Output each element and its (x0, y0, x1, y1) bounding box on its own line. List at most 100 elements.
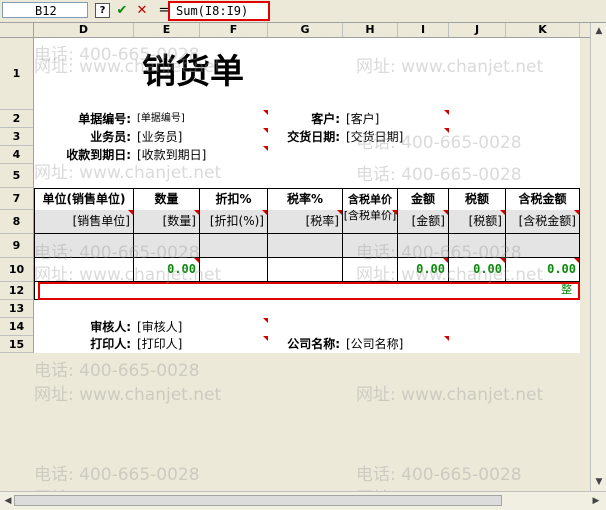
customer-cell[interactable]: [客户] (343, 110, 449, 128)
reviewer-cell[interactable]: [审核人] (134, 318, 268, 336)
scroll-down-icon[interactable]: ▼ (592, 475, 606, 489)
horizontal-scrollbar[interactable]: ◀ ▶ (0, 491, 606, 510)
reviewer-label: 审核人: (90, 320, 131, 334)
delivery-date-cell[interactable]: [交货日期] (343, 128, 449, 146)
empty-cell[interactable] (398, 234, 449, 258)
row-14: 审核人: [审核人] (34, 318, 580, 336)
printer-cell[interactable]: [打印人] (134, 336, 268, 353)
empty-cell[interactable] (343, 234, 398, 258)
doc-no-cell[interactable]: [单据编号] (134, 110, 268, 128)
column-header-i[interactable]: I (398, 23, 449, 37)
unit-price-cell[interactable]: [含税单价] (343, 210, 398, 234)
horizontal-scroll-thumb[interactable] (14, 495, 502, 506)
name-box[interactable]: B12 (2, 2, 88, 18)
scroll-up-icon[interactable]: ▲ (592, 24, 606, 38)
tax-rate-cell[interactable]: [税率] (268, 210, 343, 234)
empty-cell[interactable] (34, 234, 134, 258)
unit-cell[interactable]: [销售单位] (34, 210, 134, 234)
row-3: 业务员: [业务员] 交货日期: [交货日期] (34, 128, 580, 146)
row-header-7[interactable]: 7 (0, 188, 34, 210)
watermark-phone: 电话: 400-665-0028 (34, 361, 200, 381)
help-icon[interactable]: ? (95, 3, 110, 18)
row-15: 打印人: [打印人] 公司名称: [公司名称] (34, 336, 580, 353)
row-header-2[interactable]: 2 (0, 110, 34, 128)
watermark-site: 网址: www.chanjet.net (34, 385, 222, 405)
row-header-3[interactable]: 3 (0, 128, 34, 146)
company-label: 公司名称: (287, 337, 340, 351)
watermark-site: 网址: www.chanjet.net (356, 385, 544, 405)
row-header-9[interactable]: 9 (0, 234, 34, 258)
accept-icon[interactable]: ✔ (114, 3, 130, 19)
header-tax-rate: 税率% (268, 189, 343, 211)
customer-label: 客户: (311, 112, 340, 126)
clerk-cell[interactable]: [业务员] (134, 128, 268, 146)
row-header-13[interactable]: 13 (0, 300, 34, 318)
empty-cell[interactable] (200, 234, 268, 258)
clerk-label: 业务员: (90, 130, 131, 144)
due-date-cell[interactable]: [收款到期日] (134, 146, 268, 164)
sheet-grid[interactable]: 销货单 单据编号: [单据编号] 客户: [客户] 业务员: [业务员] 交货日… (34, 38, 580, 353)
header-qty: 数量 (134, 189, 200, 211)
column-header-h[interactable]: H (343, 23, 398, 37)
watermark-phone: 电话: 400-665-0028 (356, 465, 522, 485)
watermark-phone: 电话: 400-665-0028 (34, 465, 200, 485)
empty-cell[interactable] (343, 258, 398, 282)
company-cell[interactable]: [公司名称] (343, 336, 449, 353)
header-discount: 折扣% (200, 189, 268, 211)
table-header-row: 单位(销售单位) 数量 折扣% 税率% 含税单价 金额 税额 含税金额 (34, 188, 580, 211)
row-header-12[interactable]: 12 (0, 282, 34, 300)
totals-label-cell[interactable] (34, 258, 134, 282)
column-header-d[interactable]: D (34, 23, 134, 37)
printer-label: 打印人: (90, 337, 131, 351)
total-tax[interactable]: 0.00 (449, 258, 506, 282)
row-4: 收款到期日: [收款到期日] (34, 146, 580, 164)
row-header-15[interactable]: 15 (0, 336, 34, 353)
column-header-g[interactable]: G (268, 23, 343, 37)
total-amount[interactable]: 0.00 (398, 258, 449, 282)
vertical-scrollbar[interactable]: ▲ ▼ (590, 23, 606, 491)
column-header-k[interactable]: K (506, 23, 580, 37)
row-header-10[interactable]: 10 (0, 258, 34, 282)
selected-cell-highlight (38, 282, 580, 300)
header-tax: 税额 (449, 189, 506, 211)
row-header-1[interactable]: 1 (0, 38, 34, 110)
totals-row: 0.00 0.00 0.00 0.00 (34, 258, 580, 282)
total-qty[interactable]: 0.00 (134, 258, 200, 282)
qty-cell[interactable]: [数量] (134, 210, 200, 234)
doc-no-label: 单据编号: (78, 112, 131, 126)
row-2: 单据编号: [单据编号] 客户: [客户] (34, 110, 580, 128)
empty-cell[interactable] (134, 234, 200, 258)
column-header-f[interactable]: F (200, 23, 268, 37)
empty-cell[interactable] (268, 258, 343, 282)
select-all-corner[interactable] (0, 23, 34, 37)
total-amount-incl-tax[interactable]: 0.00 (506, 258, 580, 282)
amount-incl-tax-cell[interactable]: [含税金额] (506, 210, 580, 234)
cancel-icon[interactable]: ✕ (134, 3, 150, 19)
due-date-label: 收款到期日: (66, 148, 131, 162)
empty-cell[interactable] (268, 234, 343, 258)
header-amount: 金额 (398, 189, 449, 211)
scroll-left-icon[interactable]: ◀ (1, 494, 15, 508)
row-header-8[interactable]: 8 (0, 210, 34, 234)
column-header-bar: D E F G H I J K (0, 23, 606, 38)
amount-cell[interactable]: [金额] (398, 210, 449, 234)
empty-cell[interactable] (449, 234, 506, 258)
row-header-5[interactable]: 5 (0, 164, 34, 188)
row-header-4[interactable]: 4 (0, 146, 34, 164)
header-amount-incl-tax: 含税金额 (506, 189, 580, 211)
scroll-right-icon[interactable]: ▶ (589, 494, 603, 508)
column-header-j[interactable]: J (449, 23, 506, 37)
header-unit: 单位(销售单位) (34, 189, 134, 211)
column-header-e[interactable]: E (134, 23, 200, 37)
empty-cell[interactable] (200, 258, 268, 282)
table-row: [销售单位] [数量] [折扣(%)] [税率] [含税单价] [金额] [税额… (34, 210, 580, 234)
delivery-date-label: 交货日期: (287, 130, 340, 144)
formula-input[interactable]: Sum(I8:I9) (168, 1, 270, 21)
discount-cell[interactable]: [折扣(%)] (200, 210, 268, 234)
table-row-empty (34, 234, 580, 258)
formula-bar: B12 ? ✔ ✕ = Sum(I8:I9) (0, 0, 606, 23)
tax-cell[interactable]: [税额] (449, 210, 506, 234)
row-header-14[interactable]: 14 (0, 318, 34, 336)
document-title: 销货单 (142, 52, 244, 92)
empty-cell[interactable] (506, 234, 580, 258)
